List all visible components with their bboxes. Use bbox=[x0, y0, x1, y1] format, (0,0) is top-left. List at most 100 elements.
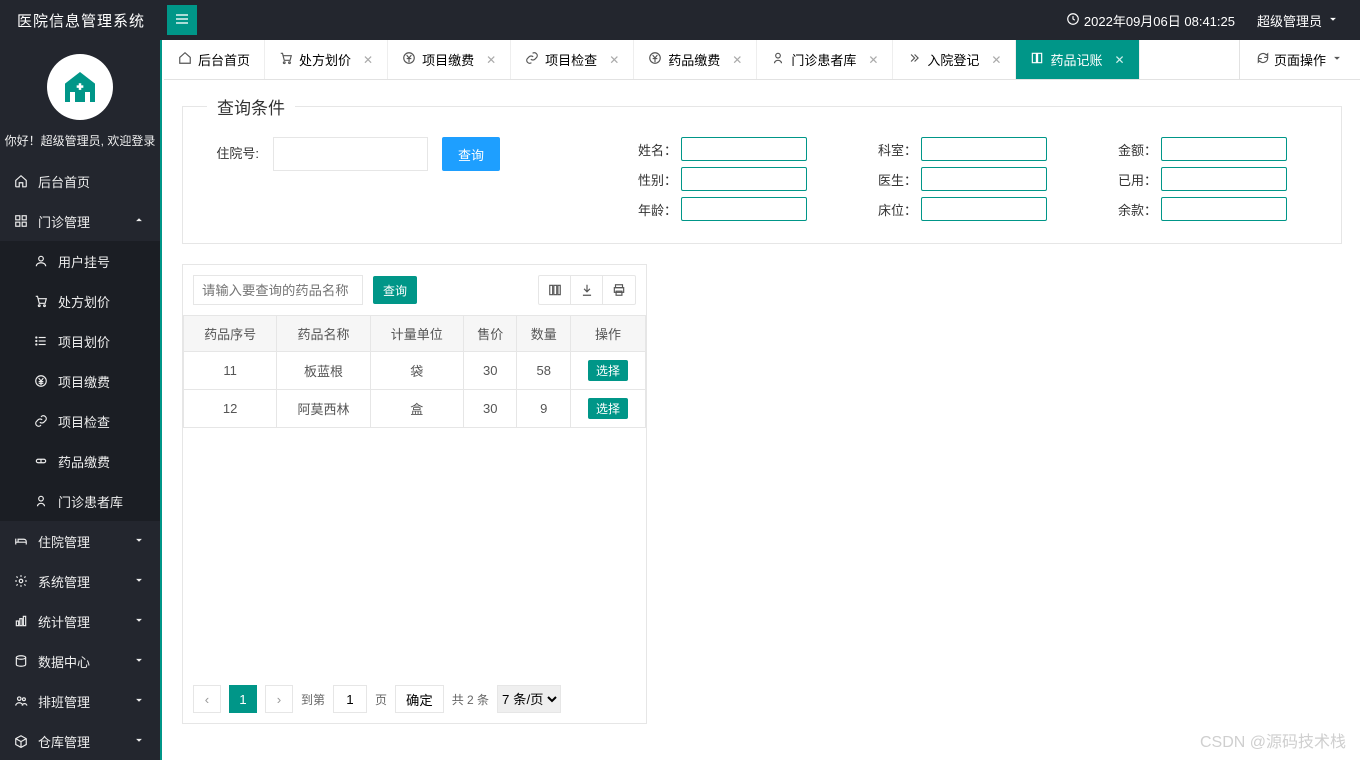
sidebar-group-inpatient[interactable]: 住院管理 bbox=[0, 521, 160, 561]
sidebar-item-label: 系统管理 bbox=[38, 572, 90, 591]
print-tool[interactable] bbox=[603, 276, 635, 304]
pager-perpage-select[interactable]: 7 条/页 bbox=[497, 685, 561, 713]
chart-icon bbox=[14, 614, 30, 628]
sidebar-item-label: 药品缴费 bbox=[58, 452, 110, 471]
field-label: 金额： bbox=[1117, 140, 1157, 159]
conditions-legend: 查询条件 bbox=[207, 94, 295, 119]
sidebar-item-patient-db[interactable]: 门诊患者库 bbox=[0, 481, 160, 521]
bed-value bbox=[921, 197, 1047, 221]
cart-icon bbox=[34, 294, 50, 308]
sidebar-group-system[interactable]: 系统管理 bbox=[0, 561, 160, 601]
used-value bbox=[1161, 167, 1287, 191]
columns-tool[interactable] bbox=[539, 276, 571, 304]
list-icon bbox=[34, 334, 50, 348]
close-icon[interactable]: ✕ bbox=[726, 53, 742, 67]
sidebar-group-warehouse[interactable]: 仓库管理 bbox=[0, 721, 160, 760]
gender-value bbox=[681, 167, 807, 191]
tab-label: 处方划价 bbox=[299, 50, 351, 69]
chevron-down-icon bbox=[1330, 51, 1344, 68]
link-icon bbox=[525, 51, 539, 68]
conditions-fieldset: 查询条件 住院号: 查询 姓名： 科室： 金额： 性别： 医生： 已用： bbox=[182, 94, 1342, 244]
inpatient-input[interactable] bbox=[273, 137, 428, 171]
avatar-section bbox=[0, 40, 160, 128]
col-op: 操作 bbox=[571, 316, 646, 352]
close-icon[interactable]: ✕ bbox=[603, 53, 619, 67]
page-ops-label: 页面操作 bbox=[1274, 50, 1326, 69]
chevron-down-icon bbox=[132, 693, 146, 710]
sidebar-item-home[interactable]: 后台首页 bbox=[0, 161, 160, 201]
close-icon[interactable]: ✕ bbox=[1109, 53, 1125, 67]
col-id: 药品序号 bbox=[184, 316, 277, 352]
close-icon[interactable]: ✕ bbox=[357, 53, 373, 67]
sidebar-item-label: 仓库管理 bbox=[38, 732, 90, 751]
select-button[interactable]: 选择 bbox=[588, 360, 628, 381]
book-icon bbox=[1030, 51, 1044, 68]
table-row: 12 阿莫西林 盒 30 9 选择 bbox=[184, 390, 646, 428]
sidebar-item-label: 数据中心 bbox=[38, 652, 90, 671]
user-icon bbox=[34, 254, 50, 268]
tab-label: 药品缴费 bbox=[668, 50, 720, 69]
sidebar-item-register[interactable]: 用户挂号 bbox=[0, 241, 160, 281]
sidebar-item-rx-price[interactable]: 处方划价 bbox=[0, 281, 160, 321]
bed-icon bbox=[14, 534, 30, 548]
close-icon[interactable]: ✕ bbox=[985, 53, 1001, 67]
tab-drug-pay[interactable]: 药品缴费 ✕ bbox=[634, 40, 757, 79]
tab-home[interactable]: 后台首页 bbox=[164, 40, 265, 79]
balance-value bbox=[1161, 197, 1287, 221]
name-value bbox=[681, 137, 807, 161]
sidebar-group-outpatient[interactable]: 门诊管理 bbox=[0, 201, 160, 241]
chevron-down-icon bbox=[132, 733, 146, 750]
sidebar-item-label: 项目检查 bbox=[58, 412, 110, 431]
pager-goto-input[interactable] bbox=[333, 685, 367, 713]
select-button[interactable]: 选择 bbox=[588, 398, 628, 419]
tab-item-pay[interactable]: 项目缴费✕ bbox=[388, 40, 511, 79]
tab-bar: 后台首页 处方划价 ✕ 项目缴费✕ 项目检查✕ 药品缴费 ✕ 门诊患者库✕ 入院登记… bbox=[164, 40, 1360, 80]
tab-label: 药品记账 bbox=[1050, 50, 1102, 69]
content-area: 查询条件 住院号: 查询 姓名： 科室： 金额： 性别： 医生： 已用： bbox=[164, 80, 1360, 760]
pager-next[interactable]: › bbox=[265, 685, 293, 713]
drug-search-button[interactable]: 查询 bbox=[373, 276, 417, 304]
close-icon[interactable]: ✕ bbox=[862, 53, 878, 67]
sidebar-item-label: 排班管理 bbox=[38, 692, 90, 711]
drug-search-input[interactable] bbox=[193, 275, 363, 305]
sidebar-item-item-pay[interactable]: 项目缴费 bbox=[0, 361, 160, 401]
table-tools bbox=[538, 275, 636, 305]
tab-admission[interactable]: 入院登记 ✕ bbox=[893, 40, 1016, 79]
pager-total: 共 2 条 bbox=[452, 691, 489, 708]
query-button-label: 查询 bbox=[458, 145, 484, 164]
tab-label: 入院登记 bbox=[927, 50, 979, 69]
age-value bbox=[681, 197, 807, 221]
refresh-icon bbox=[1256, 51, 1270, 68]
page-ops-menu[interactable]: 页面操作 bbox=[1239, 40, 1360, 79]
info-grid: 姓名： 科室： 金额： 性别： 医生： 已用： 年龄： 床位： 余款： bbox=[637, 137, 1317, 221]
link-icon bbox=[34, 414, 50, 428]
sidebar-item-item-price[interactable]: 项目划价 bbox=[0, 321, 160, 361]
sidebar-item-item-check[interactable]: 项目检查 bbox=[0, 401, 160, 441]
tab-item-check[interactable]: 项目检查✕ bbox=[511, 40, 634, 79]
tab-rx-price[interactable]: 处方划价 ✕ bbox=[265, 40, 388, 79]
user-menu[interactable]: 超级管理员 bbox=[1257, 11, 1340, 30]
home-icon bbox=[178, 51, 192, 68]
export-tool[interactable] bbox=[571, 276, 603, 304]
gear-icon bbox=[14, 574, 30, 588]
close-icon[interactable]: ✕ bbox=[480, 53, 496, 67]
sidebar-group-data[interactable]: 数据中心 bbox=[0, 641, 160, 681]
query-button[interactable]: 查询 bbox=[442, 137, 500, 171]
yen-icon bbox=[34, 374, 50, 388]
person-icon bbox=[771, 51, 785, 68]
sidebar-toggle-button[interactable] bbox=[167, 5, 197, 35]
sidebar-item-drug-pay[interactable]: 药品缴费 bbox=[0, 441, 160, 481]
pager-page-1[interactable]: 1 bbox=[229, 685, 257, 713]
user-label: 超级管理员 bbox=[1257, 11, 1322, 30]
sidebar-group-schedule[interactable]: 排班管理 bbox=[0, 681, 160, 721]
database-icon bbox=[14, 654, 30, 668]
sidebar-group-stats[interactable]: 统计管理 bbox=[0, 601, 160, 641]
pager-confirm[interactable]: 确定 bbox=[395, 685, 444, 713]
pager: ‹ 1 › 到第 页 确定 共 2 条 7 条/页 bbox=[183, 675, 646, 723]
tab-patient-db[interactable]: 门诊患者库✕ bbox=[757, 40, 893, 79]
sidebar-item-label: 项目缴费 bbox=[58, 372, 110, 391]
chevron-down-icon bbox=[1326, 12, 1340, 29]
list-toolbar: 查询 bbox=[183, 265, 646, 315]
tab-drug-account[interactable]: 药品记账 ✕ bbox=[1016, 40, 1139, 79]
pager-prev[interactable]: ‹ bbox=[193, 685, 221, 713]
